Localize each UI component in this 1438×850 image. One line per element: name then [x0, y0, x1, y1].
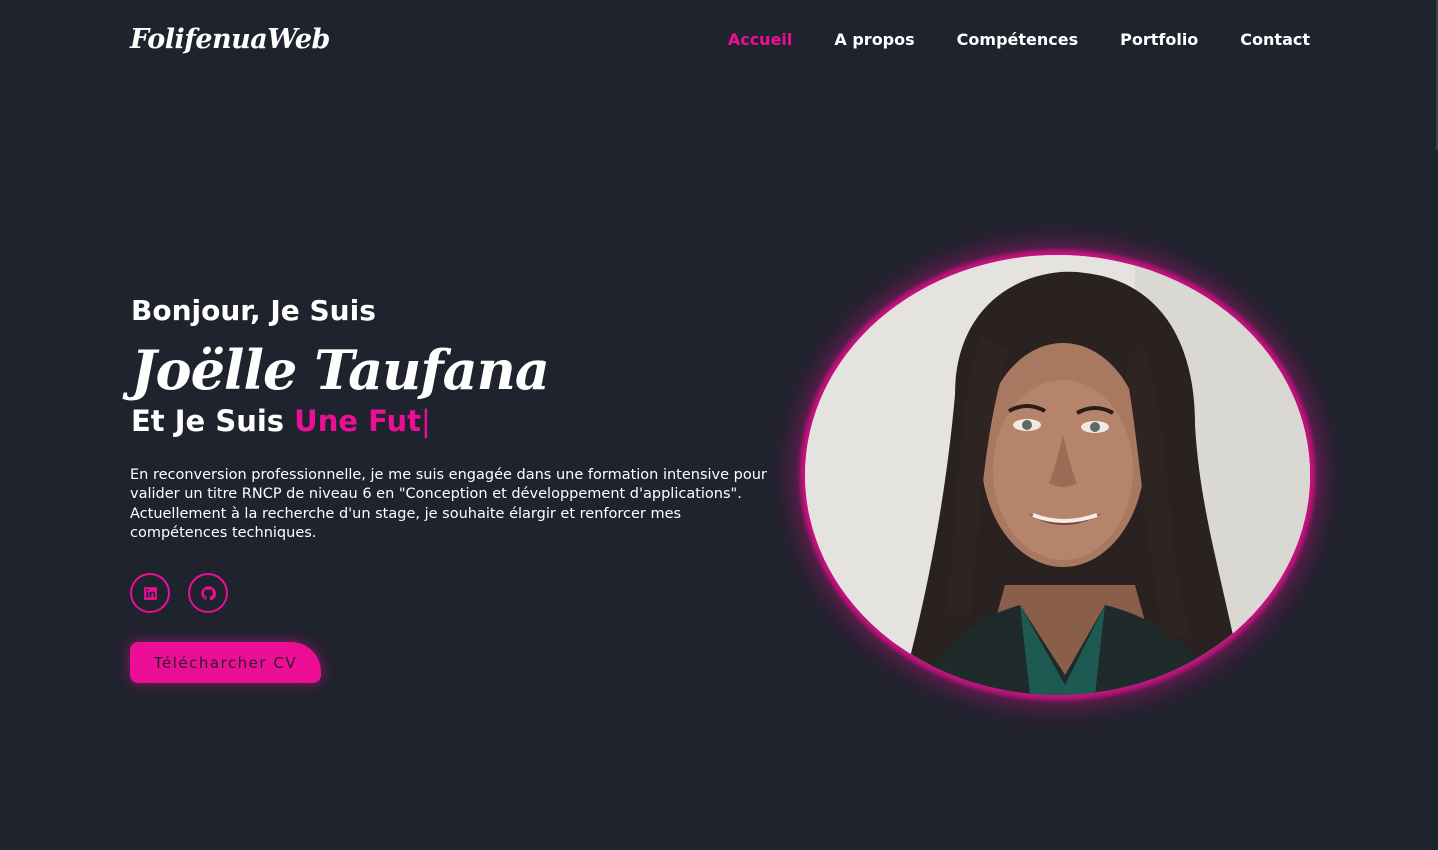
hero-greeting: Bonjour, Je Suis: [131, 294, 376, 327]
main-nav: Accueil A propos Compétences Portfolio C…: [686, 30, 1310, 49]
profile-photo: [805, 255, 1310, 695]
site-header: FolifenuaWeb Accueil A propos Compétence…: [0, 0, 1438, 84]
page: FolifenuaWeb Accueil A propos Compétence…: [0, 0, 1438, 850]
download-cv-button[interactable]: Télécharcher CV: [130, 642, 321, 683]
role-prefix: Et Je Suis: [131, 404, 285, 438]
typing-caret: |: [421, 404, 431, 438]
hero-name: Joëlle Taufana: [131, 338, 550, 402]
nav-item-contact[interactable]: Contact: [1240, 30, 1310, 49]
role-typed-text: Une Fut: [294, 404, 422, 438]
github-icon: [200, 585, 216, 600]
hero-intro: En reconversion professionnelle, je me s…: [130, 467, 767, 541]
linkedin-icon: [143, 586, 157, 600]
site-logo[interactable]: FolifenuaWeb: [130, 24, 330, 55]
nav-item-portfolio[interactable]: Portfolio: [1120, 30, 1198, 49]
github-link[interactable]: [188, 573, 228, 613]
nav-item-accueil[interactable]: Accueil: [728, 30, 793, 49]
hero-role: Et Je Suis Une Fut|: [131, 404, 431, 438]
nav-item-a-propos[interactable]: A propos: [834, 30, 914, 49]
profile-photo-illustration: [805, 255, 1310, 695]
linkedin-link[interactable]: [130, 573, 170, 613]
nav-item-competences[interactable]: Compétences: [957, 30, 1078, 49]
social-links: [130, 573, 228, 613]
